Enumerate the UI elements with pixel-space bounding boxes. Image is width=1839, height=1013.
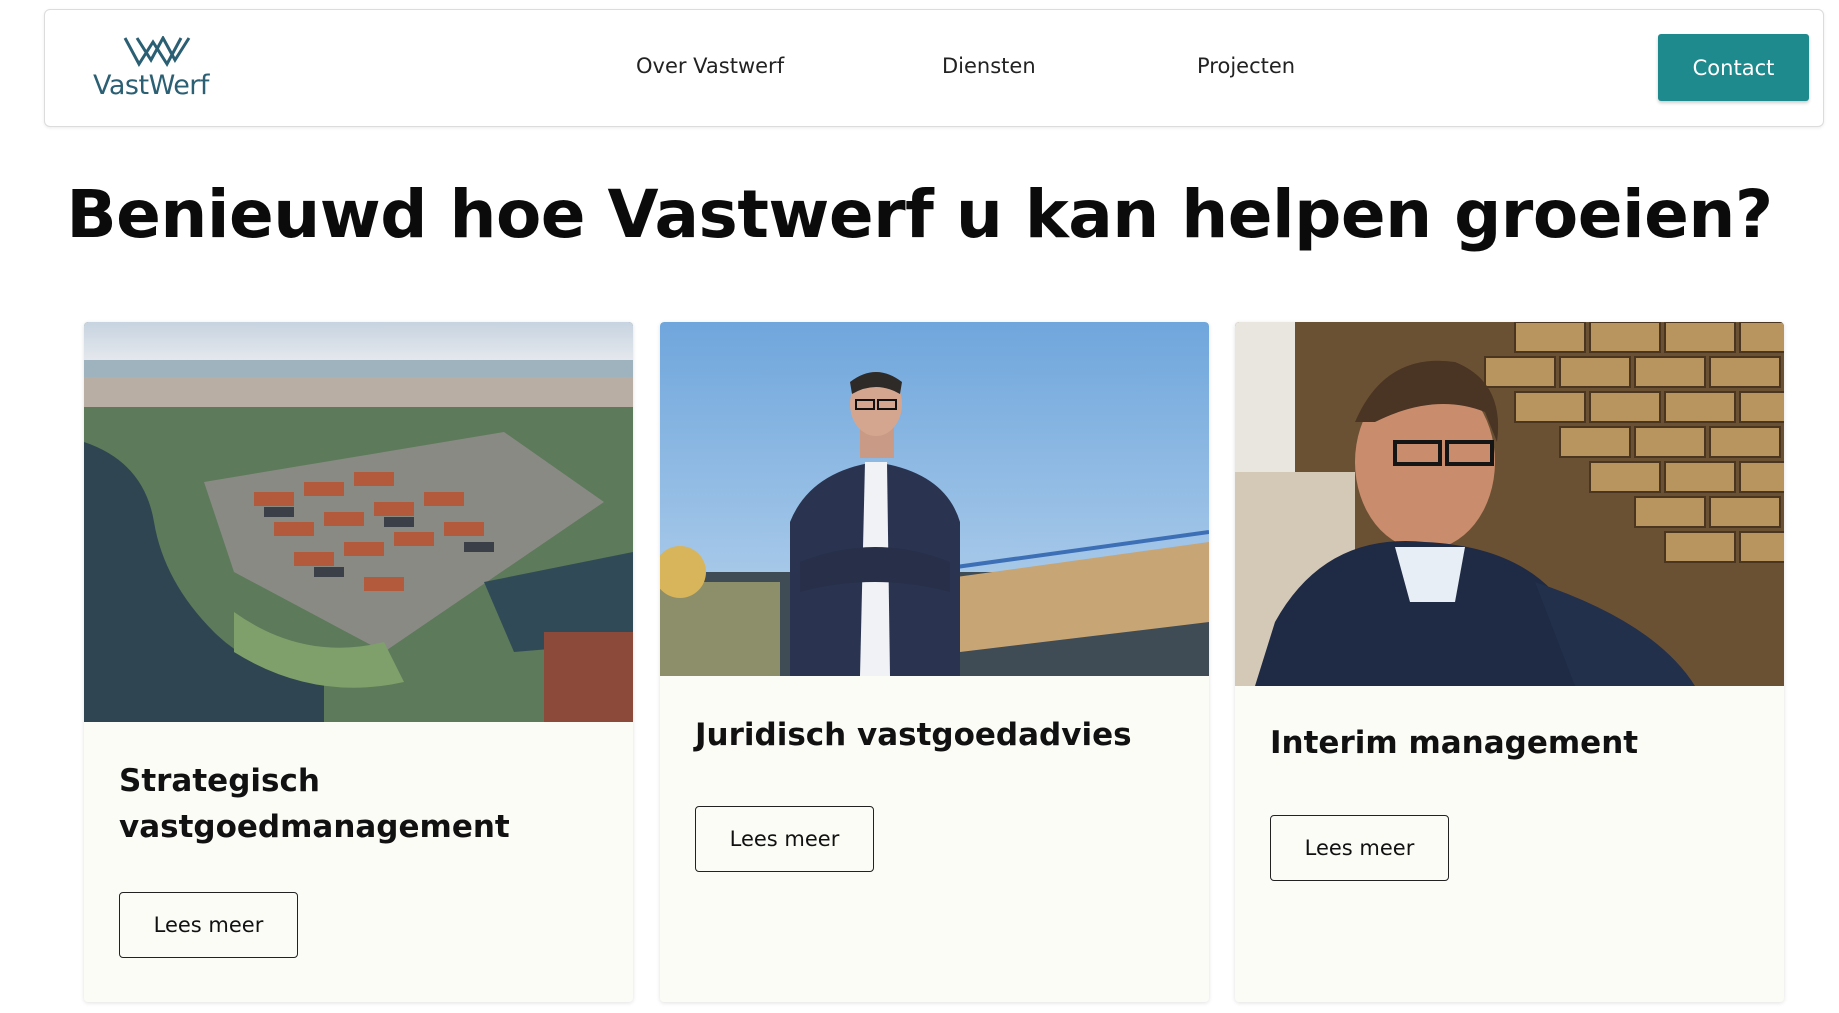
card-image-man-harbor[interactable] [660, 322, 1209, 676]
nav-link-over-vastwerf[interactable]: Over Vastwerf [636, 54, 784, 78]
nav-link-diensten[interactable]: Diensten [942, 54, 1036, 78]
page-headline: Benieuwd hoe Vastwerf u kan helpen groei… [66, 176, 1773, 253]
card-image-man-brick-wall[interactable] [1235, 322, 1784, 686]
card-title: Juridisch vastgoedadvies [695, 717, 1132, 753]
logo-wordmark: VastWerf [93, 70, 209, 101]
nav-link-projecten[interactable]: Projecten [1197, 54, 1295, 78]
top-navbar: VastWerf Over Vastwerf Diensten Projecte… [44, 9, 1824, 127]
lees-meer-button[interactable]: Lees meer [695, 806, 874, 872]
vastwerf-logo[interactable]: VastWerf [93, 36, 223, 106]
service-card-strategisch: Strategisch vastgoedmanagement Lees meer [84, 322, 633, 1002]
card-title: Interim management [1270, 725, 1639, 761]
lees-meer-button[interactable]: Lees meer [119, 892, 298, 958]
lees-meer-button[interactable]: Lees meer [1270, 815, 1449, 881]
service-card-juridisch: Juridisch vastgoedadvies Lees meer [660, 322, 1209, 1002]
logo-mark-icon [123, 36, 191, 67]
card-title: Strategisch vastgoedmanagement [119, 763, 510, 845]
service-card-interim: Interim management Lees meer [1235, 322, 1784, 1002]
contact-button[interactable]: Contact [1658, 34, 1809, 101]
card-image-aerial-development[interactable] [84, 322, 633, 722]
